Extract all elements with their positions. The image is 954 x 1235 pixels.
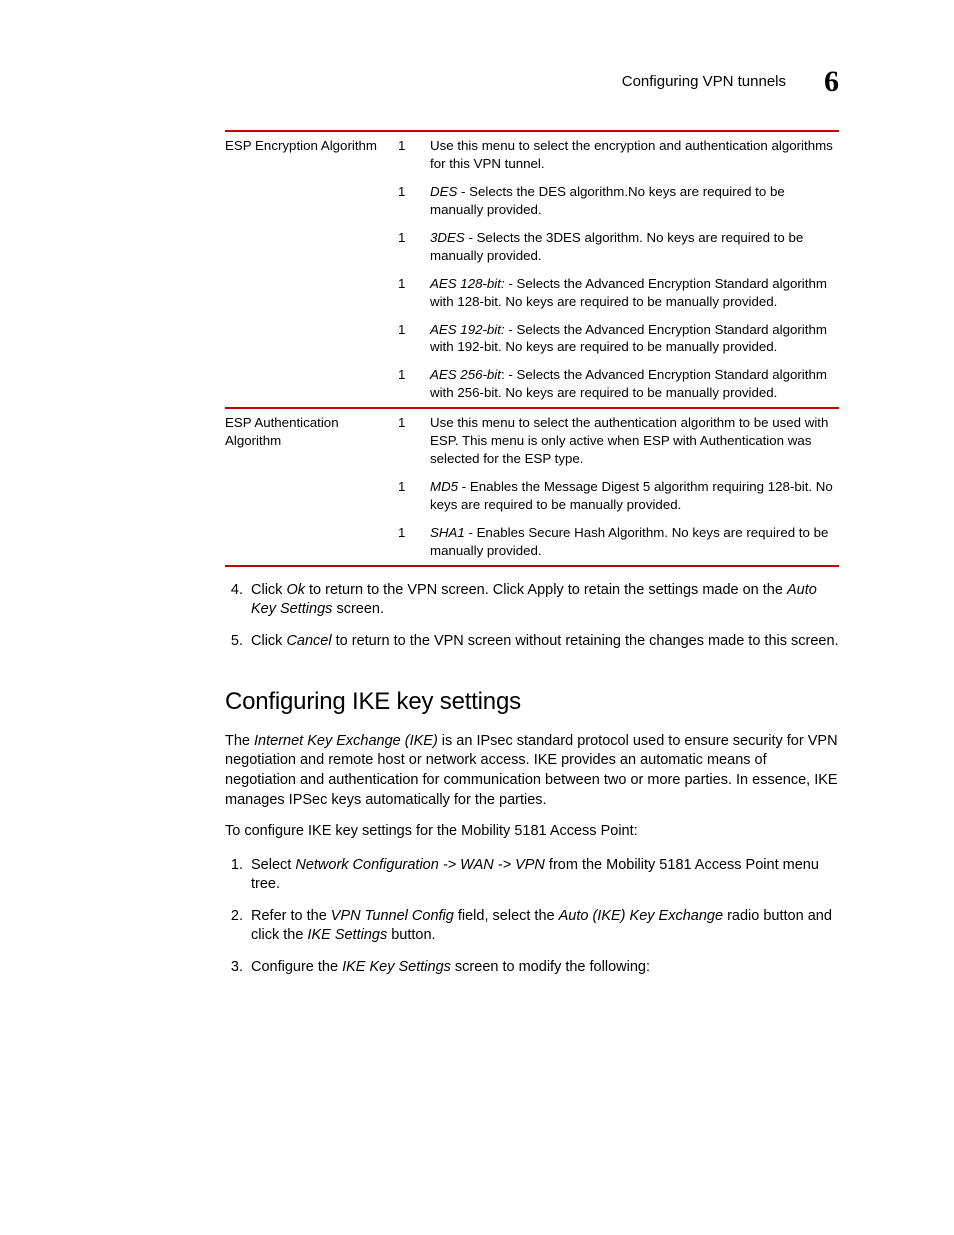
table-row: 13DES - Selects the 3DES algorithm. No k… [225, 224, 839, 270]
list-index: 1 [398, 408, 430, 473]
italic-text: AES 256-bit [430, 367, 501, 382]
param-description: MD5 - Enables the Message Digest 5 algor… [430, 473, 839, 519]
section-heading: Configuring IKE key settings [225, 686, 839, 718]
param-description: Use this menu to select the authenticati… [430, 408, 839, 473]
italic-text: Cancel [286, 633, 331, 649]
param-description: DES - Selects the DES algorithm.No keys … [430, 178, 839, 224]
italic-text: Auto (IKE) Key Exchange [559, 908, 723, 924]
list-index: 1 [398, 224, 430, 270]
table-row: 1DES - Selects the DES algorithm.No keys… [225, 178, 839, 224]
param-label: ESP Authentication Algorithm [225, 408, 398, 473]
list-index: 1 [398, 519, 430, 566]
param-description: SHA1 - Enables Secure Hash Algorithm. No… [430, 519, 839, 566]
param-label [225, 361, 398, 408]
running-header: Configuring VPN tunnels 6 [622, 62, 839, 103]
section-lead: To configure IKE key settings for the Mo… [225, 822, 839, 842]
italic-text: IKE Key Settings [342, 959, 451, 975]
italic-text: MD5 [430, 479, 458, 494]
section-intro: The Internet Key Exchange (IKE) is an IP… [225, 732, 839, 810]
param-description: AES 192-bit: - Selects the Advanced Encr… [430, 316, 839, 362]
step-item: Select Network Configuration -> WAN -> V… [247, 856, 839, 895]
table-row: 1AES 256-bit: - Selects the Advanced Enc… [225, 361, 839, 408]
italic-text: Ok [286, 582, 305, 598]
table-row: 1AES 128-bit: - Selects the Advanced Enc… [225, 270, 839, 316]
running-title: Configuring VPN tunnels [622, 72, 786, 92]
list-index: 1 [398, 270, 430, 316]
list-index: 1 [398, 178, 430, 224]
param-label [225, 519, 398, 566]
param-description: AES 128-bit: - Selects the Advanced Encr… [430, 270, 839, 316]
chapter-number: 6 [824, 62, 839, 103]
table-row: ESP Encryption Algorithm1Use this menu t… [225, 131, 839, 178]
italic-text: Internet Key Exchange (IKE) [254, 733, 438, 749]
list-index: 1 [398, 361, 430, 408]
italic-text: Auto Key Settings [251, 582, 817, 618]
page: Configuring VPN tunnels 6 ESP Encryption… [0, 0, 954, 1235]
italic-text: AES 192-bit: [430, 322, 505, 337]
param-label [225, 224, 398, 270]
section-steps: Select Network Configuration -> WAN -> V… [225, 856, 839, 978]
param-label [225, 270, 398, 316]
page-body: ESP Encryption Algorithm1Use this menu t… [225, 130, 839, 978]
table-row: 1SHA1 - Enables Secure Hash Algorithm. N… [225, 519, 839, 566]
table-row: ESP Authentication Algorithm1Use this me… [225, 408, 839, 473]
table-row: 1MD5 - Enables the Message Digest 5 algo… [225, 473, 839, 519]
parameter-table: ESP Encryption Algorithm1Use this menu t… [225, 130, 839, 567]
param-label [225, 473, 398, 519]
param-description: AES 256-bit: - Selects the Advanced Encr… [430, 361, 839, 408]
step-item: Click Cancel to return to the VPN screen… [247, 632, 839, 652]
steps-continued: Click Ok to return to the VPN screen. Cl… [225, 581, 839, 652]
param-description: 3DES - Selects the 3DES algorithm. No ke… [430, 224, 839, 270]
italic-text: IKE Settings [307, 927, 387, 943]
param-label [225, 178, 398, 224]
param-label [225, 316, 398, 362]
step-item: Configure the IKE Key Settings screen to… [247, 958, 839, 978]
list-index: 1 [398, 316, 430, 362]
italic-text: SHA1 [430, 525, 465, 540]
step-item: Click Ok to return to the VPN screen. Cl… [247, 581, 839, 620]
italic-text: 3DES [430, 230, 465, 245]
list-index: 1 [398, 131, 430, 178]
step-item: Refer to the VPN Tunnel Config field, se… [247, 907, 839, 946]
param-description: Use this menu to select the encryption a… [430, 131, 839, 178]
table-row: 1AES 192-bit: - Selects the Advanced Enc… [225, 316, 839, 362]
list-index: 1 [398, 473, 430, 519]
param-label: ESP Encryption Algorithm [225, 131, 398, 178]
italic-text: AES 128-bit: [430, 276, 505, 291]
parameter-table-body: ESP Encryption Algorithm1Use this menu t… [225, 131, 839, 566]
italic-text: VPN Tunnel Config [331, 908, 454, 924]
italic-text: Network Configuration -> WAN -> VPN [295, 857, 545, 873]
italic-text: DES [430, 184, 457, 199]
